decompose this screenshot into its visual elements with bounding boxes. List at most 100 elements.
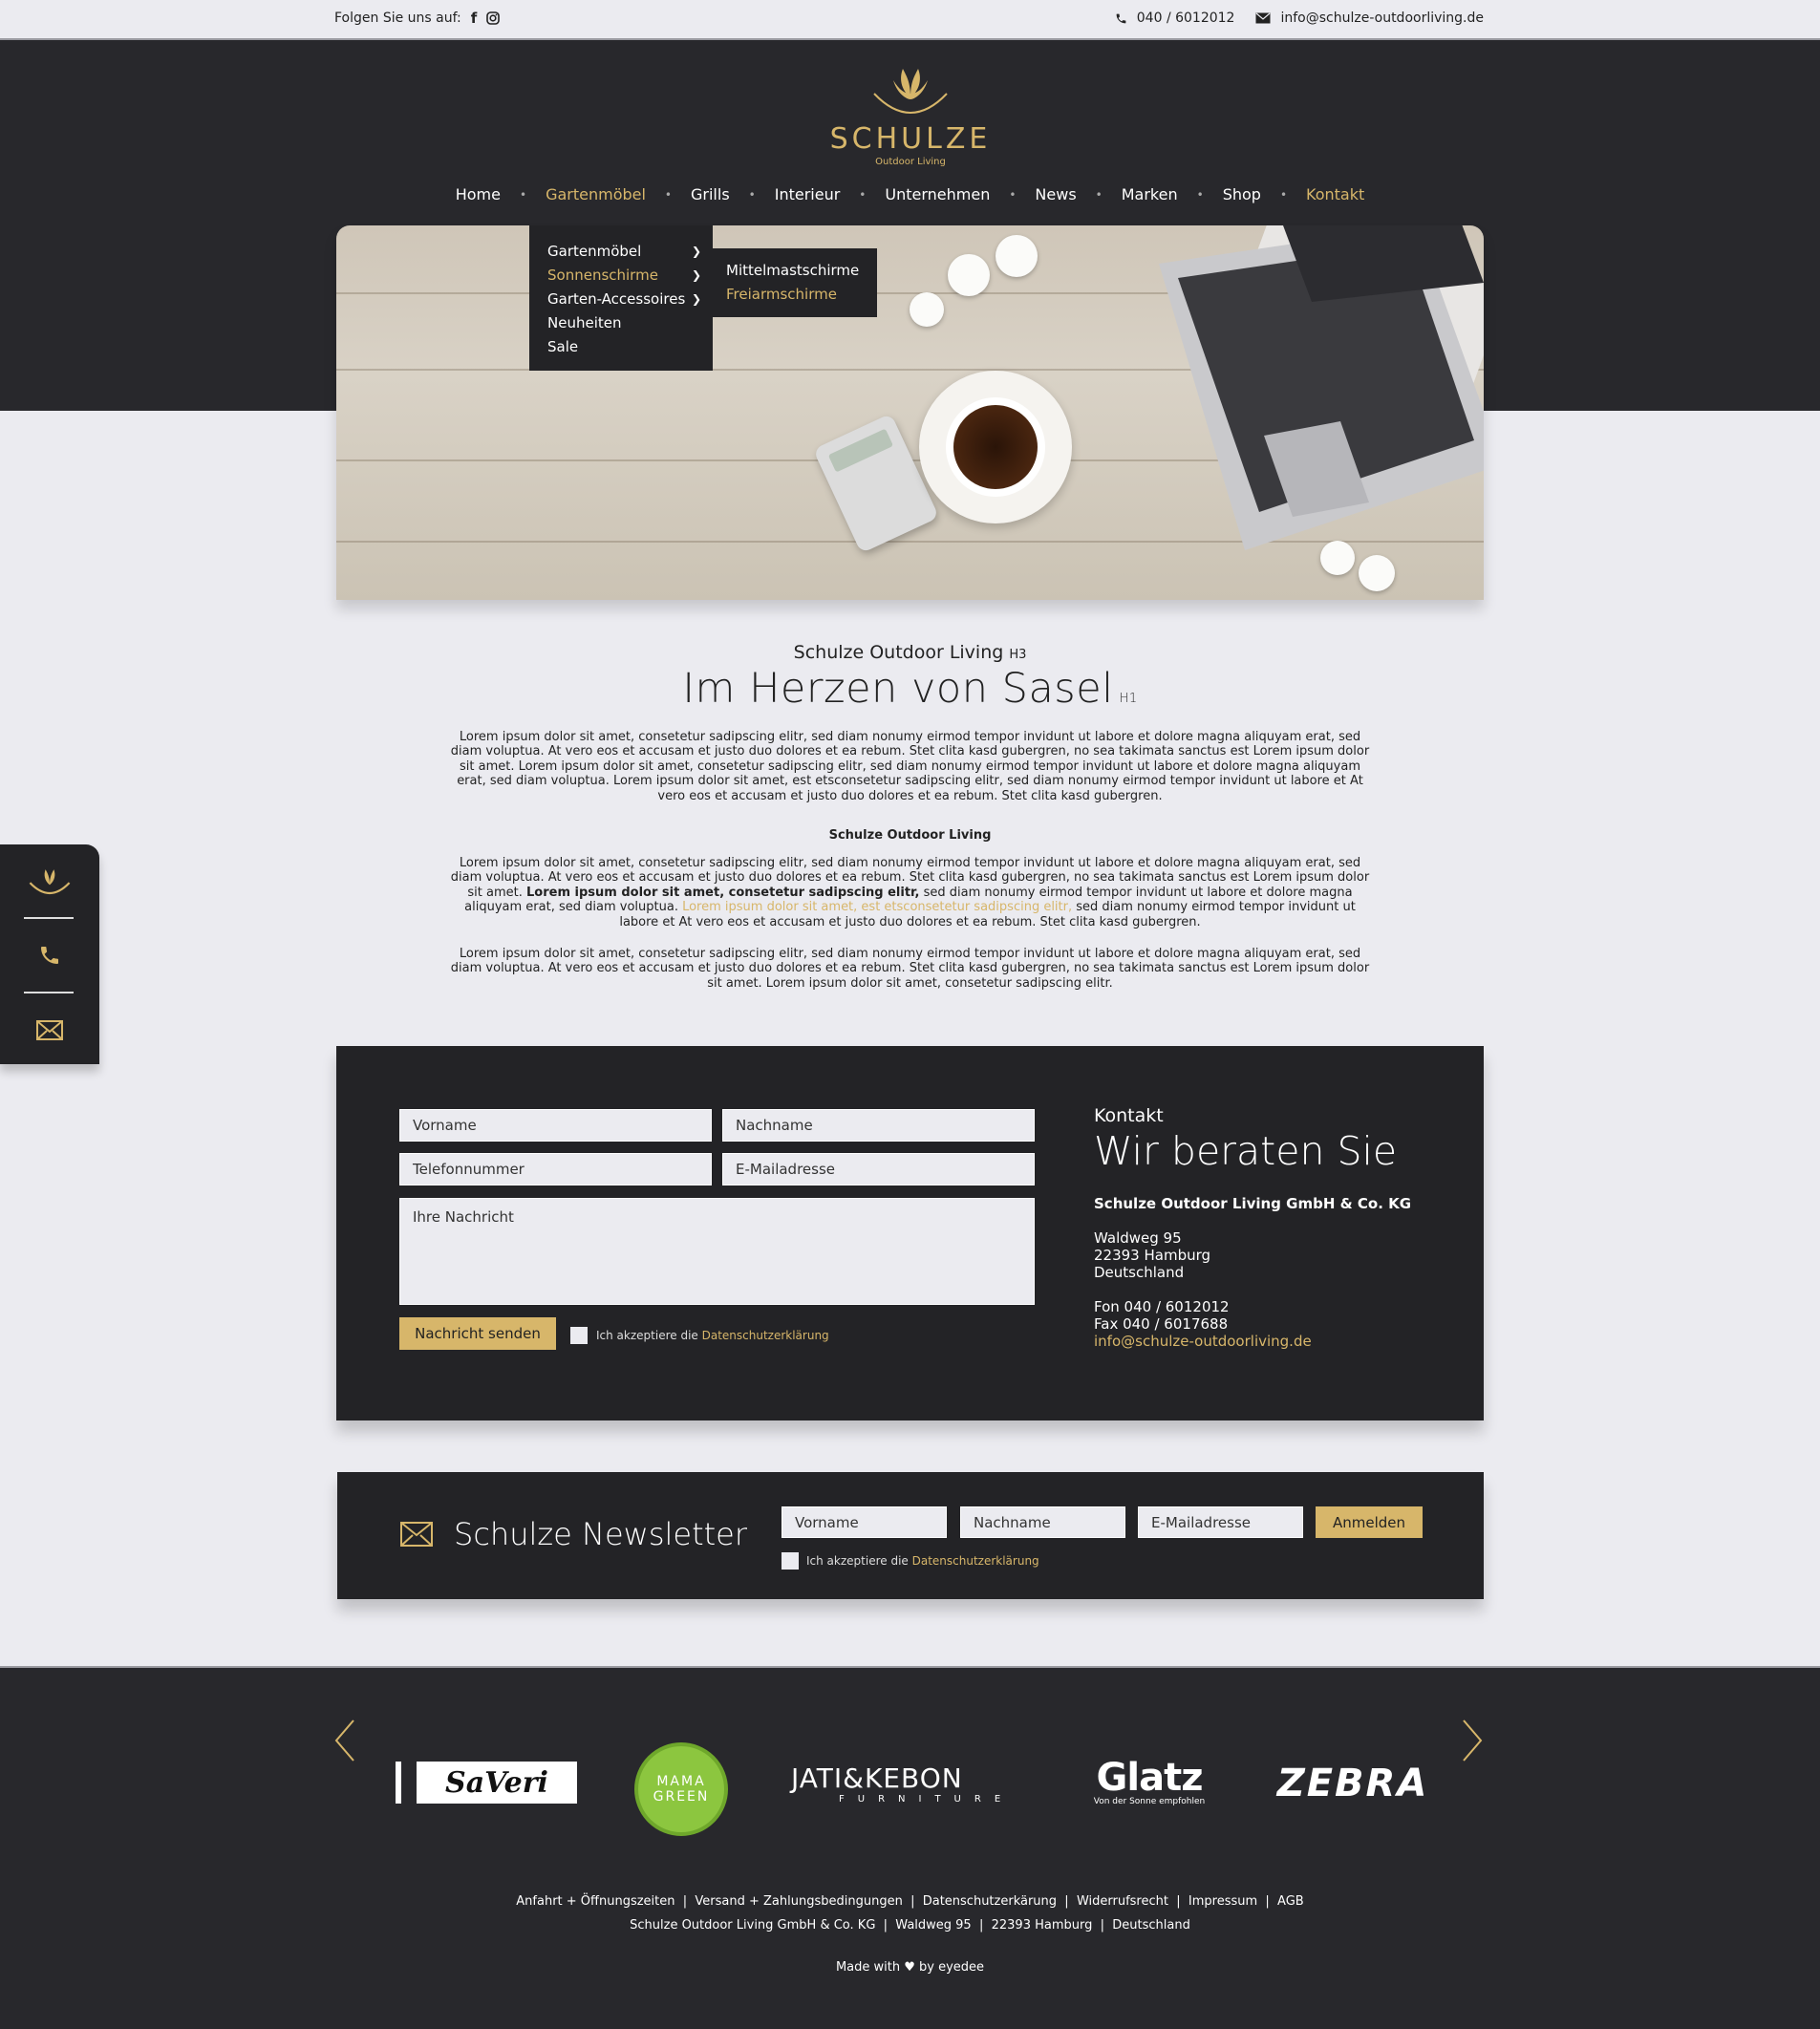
- nav-separator: •: [1095, 187, 1103, 202]
- contact-email-link[interactable]: info@schulze-outdoorliving.de: [1094, 1333, 1411, 1350]
- logo[interactable]: SCHULZE Outdoor Living: [829, 61, 992, 167]
- newsletter-email-field[interactable]: E-Mailadresse: [1138, 1506, 1303, 1538]
- nav-news[interactable]: News: [1016, 185, 1095, 203]
- intro-section: Schulze Outdoor Living H3 Im Herzen von S…: [449, 642, 1371, 991]
- nachricht-textarea[interactable]: Ihre Nachricht: [399, 1198, 1035, 1305]
- leaf-logo-icon: [873, 69, 948, 114]
- intro-paragraph: Lorem ipsum dolor sit amet, consetetur s…: [450, 730, 1370, 803]
- subdropdown-item-freiarmschirme[interactable]: Freiarmschirme: [713, 282, 877, 306]
- main-nav: Home • Gartenmöbel • Grills • Interieur • Un…: [0, 185, 1820, 203]
- mail-icon: [400, 1522, 433, 1547]
- brand-zebra[interactable]: ZEBRA: [1276, 1762, 1429, 1805]
- newsletter-title: Schulze Newsletter: [454, 1516, 747, 1552]
- intro-link[interactable]: Lorem ipsum dolor sit amet, est etsconse…: [682, 900, 1072, 914]
- brand-jati-kebon[interactable]: JATI&KEBON FURNITURE: [791, 1760, 1017, 1807]
- newsletter-submit-button[interactable]: Anmelden: [1316, 1506, 1423, 1538]
- contact-info: Kontakt Wir beraten Sie Schulze Outdoor …: [1094, 1105, 1411, 1350]
- subdropdown-menu: Mittelmastschirme Freiarmschirme: [713, 248, 877, 317]
- mail-icon: [1255, 12, 1271, 24]
- nav-grills[interactable]: Grills: [672, 185, 749, 203]
- chevron-right-icon: ❯: [691, 244, 701, 258]
- brand-glatz[interactable]: Glatz Von der Sonne empfohlen: [1078, 1756, 1221, 1809]
- made-by-link[interactable]: by eyedee: [919, 1960, 984, 1975]
- chevron-left-icon: [334, 1719, 354, 1762]
- privacy-checkbox[interactable]: [570, 1327, 588, 1344]
- nav-gartenmoebel[interactable]: Gartenmöbel: [526, 185, 665, 203]
- dropdown-item-garten-accessoires[interactable]: Garten-Accessoires ❯: [529, 287, 713, 310]
- intro-h1: Im Herzen von Sasel H1: [682, 665, 1138, 713]
- privacy-label: Ich akzeptiere die Datenschutzerklärung: [596, 1329, 829, 1342]
- intro-paragraph-2: Lorem ipsum dolor sit amet, consetetur s…: [450, 856, 1370, 929]
- saveri-bar: [396, 1762, 401, 1804]
- top-bar: Folgen Sie uns auf: f 040 / 6012012 info…: [0, 0, 1820, 38]
- phone-icon: [1116, 13, 1126, 23]
- contact-address: Waldweg 95 22393 Hamburg Deutschland: [1094, 1229, 1211, 1281]
- nav-separator: •: [1279, 187, 1288, 202]
- privacy-link[interactable]: Datenschutzerklärung: [702, 1329, 829, 1342]
- dropdown-item-gartenmoebel[interactable]: Gartenmöbel ❯: [529, 239, 713, 263]
- top-email-text: info@schulze-outdoorliving.de: [1280, 11, 1484, 26]
- side-contact-tab: [0, 844, 99, 1064]
- chevron-right-icon: [1463, 1719, 1483, 1762]
- nav-home[interactable]: Home: [437, 185, 520, 203]
- dropdown-item-sonnenschirme[interactable]: Sonnenschirme ❯: [529, 263, 713, 287]
- brand-saveri[interactable]: SaVeri: [417, 1762, 577, 1804]
- footer-address: Schulze Outdoor Living GmbH & Co. KG | W…: [630, 1918, 1190, 1933]
- nav-separator: •: [859, 187, 867, 202]
- contact-phone-fax: Fon 040 / 6012012 Fax 040 / 6017688 info…: [1094, 1298, 1411, 1350]
- nav-shop[interactable]: Shop: [1204, 185, 1280, 203]
- chevron-right-icon: ❯: [691, 291, 701, 306]
- dropdown-item-sale[interactable]: Sale: [529, 334, 713, 358]
- dropdown-menu: Gartenmöbel ❯ Sonnenschirme ❯ Garten-Acces…: [529, 225, 713, 371]
- email-field[interactable]: E-Mailadresse: [722, 1153, 1035, 1185]
- nav-interieur[interactable]: Interieur: [756, 185, 860, 203]
- contact-company: Schulze Outdoor Living GmbH & Co. KG: [1094, 1195, 1412, 1212]
- brand-mama-green[interactable]: MAMA GREEN: [634, 1742, 728, 1836]
- mail-icon: [36, 1019, 63, 1040]
- newsletter-privacy-checkbox[interactable]: [782, 1552, 799, 1570]
- nav-separator: •: [519, 187, 527, 202]
- cotton-flower: [996, 235, 1038, 277]
- dropdown-item-neuheiten[interactable]: Neuheiten: [529, 310, 713, 334]
- newsletter-vorname-field[interactable]: Vorname: [782, 1506, 947, 1538]
- logo-brand: SCHULZE: [829, 122, 992, 156]
- telefon-field[interactable]: Telefonnummer: [399, 1153, 712, 1185]
- facebook-icon[interactable]: f: [471, 11, 478, 26]
- newsletter-privacy-link[interactable]: Datenschutzerklärung: [912, 1554, 1039, 1568]
- contact-label: Kontakt: [1094, 1105, 1164, 1126]
- side-mail-button[interactable]: [0, 993, 99, 1066]
- subdropdown-item-mittelmastschirme[interactable]: Mittelmastschirme: [713, 258, 877, 282]
- nav-marken[interactable]: Marken: [1103, 185, 1197, 203]
- contact-title: Wir beraten Sie: [1094, 1128, 1398, 1174]
- leaf-logo-icon: [29, 869, 71, 895]
- top-phone[interactable]: 040 / 6012012: [1115, 11, 1234, 26]
- heart-icon: ♥: [904, 1960, 915, 1975]
- instagram-icon[interactable]: [486, 11, 501, 25]
- footer-links: Anfahrt + Öffnungszeiten | Versand + Zah…: [0, 1890, 1820, 1937]
- coffee-cup: [919, 371, 1072, 523]
- footer: SaVeri MAMA GREEN JATI&KEBON FURNITURE G…: [0, 1666, 1820, 2029]
- side-phone-button[interactable]: [0, 919, 99, 992]
- nachname-field[interactable]: Nachname: [722, 1109, 1035, 1142]
- phone-icon: [41, 947, 58, 964]
- send-message-button[interactable]: Nachricht senden: [399, 1317, 556, 1350]
- cotton-flower: [948, 254, 990, 296]
- side-logo-button[interactable]: [0, 844, 99, 917]
- nav-unternehmen[interactable]: Unternehmen: [866, 185, 1009, 203]
- contact-panel: Vorname Nachname Telefonnummer E-Mailadr…: [336, 1046, 1484, 1420]
- nav-separator: •: [748, 187, 756, 202]
- newsletter-panel: Schulze Newsletter Vorname Nachname E-Ma…: [337, 1472, 1484, 1599]
- intro-h3: Schulze Outdoor Living H3: [793, 642, 1027, 663]
- carousel-prev-arrow[interactable]: [334, 1714, 355, 1776]
- vorname-field[interactable]: Vorname: [399, 1109, 712, 1142]
- footer-link-list[interactable]: Anfahrt + Öffnungszeiten | Versand + Zah…: [0, 1890, 1820, 1913]
- chevron-right-icon: ❯: [691, 267, 701, 282]
- top-email[interactable]: info@schulze-outdoorliving.de: [1255, 11, 1484, 26]
- nav-separator: •: [1196, 187, 1204, 202]
- intro-subheading: Schulze Outdoor Living: [828, 828, 992, 844]
- newsletter-nachname-field[interactable]: Nachname: [960, 1506, 1125, 1538]
- nav-separator: •: [1009, 187, 1017, 202]
- carousel-next-arrow[interactable]: [1462, 1714, 1483, 1776]
- nav-kontakt[interactable]: Kontakt: [1287, 185, 1383, 203]
- laptop: [1159, 225, 1484, 550]
